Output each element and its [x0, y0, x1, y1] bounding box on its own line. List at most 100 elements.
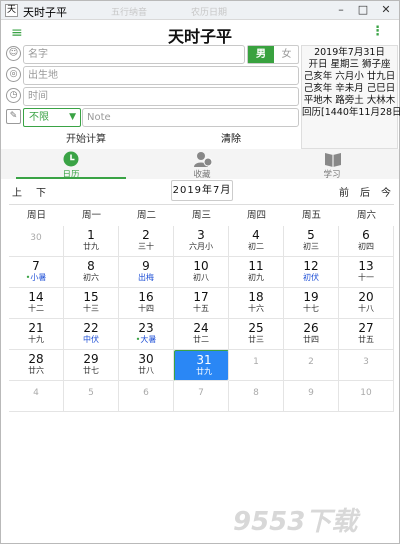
prev-month-button[interactable]: 前: [339, 184, 349, 199]
day-cell[interactable]: 1: [229, 350, 284, 381]
tab-label: 学习: [323, 170, 341, 180]
day-cell[interactable]: 5: [64, 381, 119, 412]
clear-button[interactable]: 清除: [221, 130, 241, 145]
tab-label: 日历: [62, 170, 80, 180]
day-number: 3: [363, 357, 369, 367]
weekday-header: 周六: [356, 210, 376, 221]
day-cell[interactable]: 13 十一: [339, 257, 394, 288]
day-number: 16: [138, 290, 154, 304]
day-cell[interactable]: 1 廿九: [64, 226, 119, 257]
day-cell[interactable]: 25 廿三: [229, 319, 284, 350]
lunar-label: •小暑: [9, 273, 63, 282]
day-number: 18: [248, 290, 264, 304]
day-cell[interactable]: 9 出梅: [119, 257, 174, 288]
day-number: 11: [248, 259, 264, 273]
day-number: 20: [358, 290, 374, 304]
lunar-label: 廿九: [180, 367, 228, 376]
day-cell[interactable]: 10 初八: [174, 257, 229, 288]
day-cell[interactable]: 20 十八: [339, 288, 394, 319]
day-cell[interactable]: 31 廿九: [174, 350, 229, 381]
day-cell[interactable]: 5 初三: [284, 226, 339, 257]
day-cell[interactable]: 10: [339, 381, 394, 412]
day-cell[interactable]: 8 初六: [64, 257, 119, 288]
day-cell[interactable]: 15 十三: [64, 288, 119, 319]
tab-favorites[interactable]: 收藏: [147, 149, 257, 180]
day-number: 5: [88, 388, 94, 398]
day-cell[interactable]: 16 十四: [119, 288, 174, 319]
day-cell[interactable]: 30 廿八: [119, 350, 174, 381]
day-number: 12: [303, 259, 319, 273]
day-cell[interactable]: 19 十七: [284, 288, 339, 319]
day-cell[interactable]: 2: [284, 350, 339, 381]
day-cell[interactable]: 8: [229, 381, 284, 412]
day-cell[interactable]: 3 六月小: [174, 226, 229, 257]
day-number: 6: [362, 228, 370, 242]
maximize-button[interactable]: □: [353, 1, 373, 19]
edit-icon: ✎: [6, 109, 21, 124]
month-picker[interactable]: 2019年7月: [171, 180, 233, 201]
next-month-button[interactable]: 后: [360, 184, 370, 199]
day-cell[interactable]: 28 廿六: [9, 350, 64, 381]
lunar-label: 初八: [174, 273, 228, 282]
day-cell[interactable]: 27 廿五: [339, 319, 394, 350]
birthplace-input[interactable]: 出生地: [23, 66, 299, 85]
calendar-grid: 周日 周一 周二 周三 周四 周五 周六 30 1 廿九 2 三十 3 六月小 4 初二 5 初三 6 初四 7 •小暑 8…: [9, 204, 394, 412]
day-cell[interactable]: 4: [9, 381, 64, 412]
weekday-header: 周三: [191, 210, 211, 221]
day-cell[interactable]: 4 初二: [229, 226, 284, 257]
day-cell[interactable]: 14 十二: [9, 288, 64, 319]
day-number: 28: [28, 352, 44, 366]
day-cell[interactable]: 29 廿七: [64, 350, 119, 381]
gender-toggle[interactable]: 男 女: [247, 45, 299, 64]
day-cell[interactable]: 6: [119, 381, 174, 412]
day-cell[interactable]: 9: [284, 381, 339, 412]
day-cell[interactable]: 21 十九: [9, 319, 64, 350]
day-number: 9: [308, 388, 314, 398]
info-line: 己亥年 六月小 廿九日: [303, 71, 396, 82]
close-button[interactable]: ✕: [376, 1, 396, 19]
day-cell[interactable]: 26 廿四: [284, 319, 339, 350]
day-cell[interactable]: 6 初四: [339, 226, 394, 257]
day-cell[interactable]: 7 •小暑: [9, 257, 64, 288]
calculate-button[interactable]: 开始计算: [66, 130, 106, 145]
lunar-label: 廿九: [64, 242, 118, 251]
day-number: 29: [83, 352, 99, 366]
note-input[interactable]: Note: [82, 108, 299, 127]
lunar-text: 初八: [193, 273, 209, 282]
lunar-label: 廿八: [119, 366, 173, 375]
day-cell[interactable]: 17 十五: [174, 288, 229, 319]
day-cell[interactable]: 18 十六: [229, 288, 284, 319]
tab-study[interactable]: 学习: [277, 149, 387, 180]
lunar-label: 初四: [339, 242, 393, 251]
lunar-label: •大暑: [119, 335, 173, 344]
day-cell[interactable]: 23 •大暑: [119, 319, 174, 350]
day-cell[interactable]: 30: [9, 226, 64, 257]
birthplace-row: ◎ 出生地: [4, 66, 299, 85]
day-cell[interactable]: 22 中伏: [64, 319, 119, 350]
gender-male-button[interactable]: 男: [248, 46, 274, 63]
lunar-text: 中伏: [83, 335, 99, 344]
more-options-icon[interactable]: ⋮: [371, 24, 384, 39]
tab-calendar[interactable]: 日历: [16, 149, 126, 180]
gender-female-button[interactable]: 女: [274, 46, 299, 63]
lunar-text: 十一: [358, 273, 374, 282]
date-info-panel: 2019年7月31日 开日 星期三 狮子座 己亥年 六月小 廿九日 己亥年 辛未…: [301, 45, 400, 149]
day-cell[interactable]: 12 初伏: [284, 257, 339, 288]
name-input[interactable]: 名字: [23, 45, 245, 64]
day-cell[interactable]: 2 三十: [119, 226, 174, 257]
day-number: 15: [83, 290, 99, 304]
calendar-nav: 上 下 2019年7月 前 后 今: [9, 180, 394, 201]
day-cell[interactable]: 11 初九: [229, 257, 284, 288]
today-button[interactable]: 今: [381, 184, 391, 199]
day-number: 23: [138, 321, 154, 335]
lunar-text: 十九: [28, 335, 44, 344]
next-year-button[interactable]: 下: [36, 184, 46, 199]
type-select[interactable]: 不限 ▼: [23, 108, 81, 127]
prev-year-button[interactable]: 上: [12, 184, 22, 199]
day-cell[interactable]: 7: [174, 381, 229, 412]
day-cell[interactable]: 3: [339, 350, 394, 381]
minimize-button[interactable]: –: [331, 1, 351, 19]
day-cell[interactable]: 24 廿二: [174, 319, 229, 350]
day-number: 4: [33, 388, 39, 398]
time-input[interactable]: 时间: [23, 87, 299, 106]
